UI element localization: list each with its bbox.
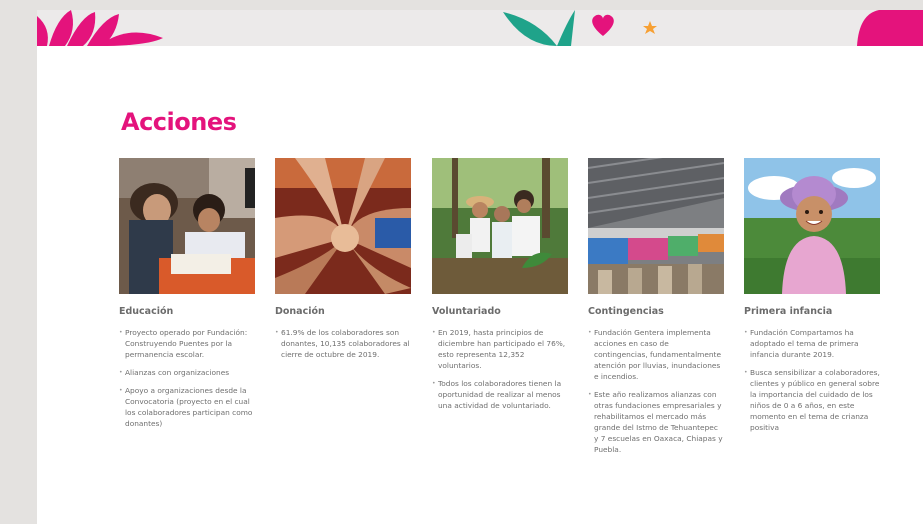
bullet-list: 61.9% de los colaboradores son donantes,… [275,327,411,360]
page-title: Acciones [121,108,237,136]
bullet-list: Fundación Gentera implementa acciones en… [588,327,724,455]
list-item: Fundación Gentera implementa acciones en… [588,327,724,382]
list-item: En 2019, hasta principios de diciembre h… [432,327,568,371]
list-item: Busca sensibilizar a colaboradores, clie… [744,367,880,433]
education-photo [119,158,255,294]
column-heading: Donación [275,306,325,317]
list-item: Proyecto operado por Fundación: Construy… [119,327,255,360]
column-heading: Educación [119,306,174,317]
volunteers-photo [432,158,568,294]
column-donation: Donación 61.9% de los colaboradores son … [275,158,411,367]
bullet-list: En 2019, hasta principios de diciembre h… [432,327,568,411]
bullet-list: Fundación Compartamos ha adoptado el tem… [744,327,880,433]
column-heading: Primera infancia [744,306,833,317]
slide: Acciones Educación Proyecto operado por … [37,10,923,524]
list-item: Fundación Compartamos ha adoptado el tem… [744,327,880,360]
column-heading: Contingencias [588,306,664,317]
column-education: Educación Proyecto operado por Fundación… [119,158,255,436]
list-item: Alianzas con organizaciones [119,367,255,378]
column-early-childhood: Primera infancia Fundación Compartamos h… [744,158,880,440]
list-item: Apoyo a organizaciones desde la Convocat… [119,385,255,429]
pink-leaves-icon [37,10,165,46]
list-item: 61.9% de los colaboradores son donantes,… [275,327,411,360]
pink-shape-right-icon [857,10,923,46]
list-item: Todos los colaboradores tienen la oportu… [432,378,568,411]
teal-leaf-icon [503,10,575,46]
column-heading: Voluntariado [432,306,501,317]
child-photo [744,158,880,294]
market-photo [588,158,724,294]
bullet-list: Proyecto operado por Fundación: Construy… [119,327,255,429]
column-volunteering: Voluntariado En 2019, hasta principios d… [432,158,568,418]
list-item: Este año realizamos alianzas con otras f… [588,389,724,455]
header-decoration [37,10,923,46]
star-icon [643,21,657,34]
column-contingencies: Contingencias Fundación Gentera implemen… [588,158,724,462]
heart-icon [592,14,614,37]
hands-together-photo [275,158,411,294]
